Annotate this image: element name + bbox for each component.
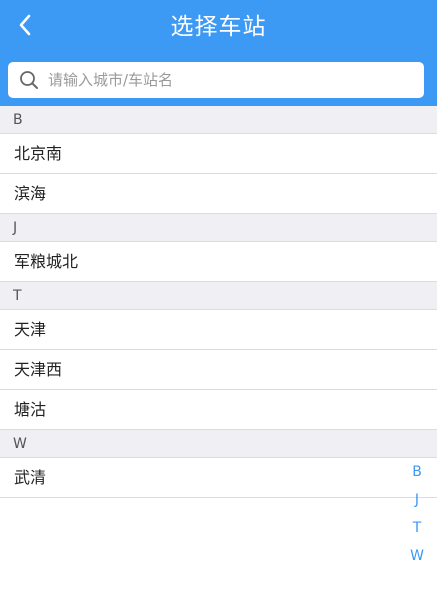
station-row[interactable]: 塘沽 [0, 390, 437, 430]
index-item-j[interactable]: J [408, 486, 426, 514]
section-header-j: J [0, 214, 437, 242]
station-row[interactable]: 天津 [0, 310, 437, 350]
station-row[interactable]: 武清 [0, 458, 437, 498]
search-box[interactable] [8, 62, 424, 98]
station-row[interactable]: 北京南 [0, 134, 437, 174]
header-bar: 选择车站 [0, 0, 437, 106]
section-header-b: B [0, 106, 437, 134]
section-header-t: T [0, 282, 437, 310]
station-list: B 北京南 滨海 J 军粮城北 T 天津 天津西 塘沽 W 武清 [0, 106, 437, 498]
page-title: 选择车站 [170, 14, 267, 40]
index-item-w[interactable]: W [408, 542, 426, 570]
station-row[interactable]: 天津西 [0, 350, 437, 390]
station-row[interactable]: 滨海 [0, 174, 437, 214]
index-item-b[interactable]: B [408, 458, 426, 486]
station-row[interactable]: 军粮城北 [0, 242, 437, 282]
section-header-w: W [0, 430, 437, 458]
station-picker-screen: 选择车站 B 北京南 滨海 J 军粮城北 T 天津 天津西 塘沽 W 武清 B [0, 0, 437, 611]
alphabet-index-bar: B J T W [408, 458, 426, 570]
search-input[interactable] [48, 65, 424, 95]
search-icon [18, 69, 40, 91]
index-item-t[interactable]: T [408, 514, 426, 542]
